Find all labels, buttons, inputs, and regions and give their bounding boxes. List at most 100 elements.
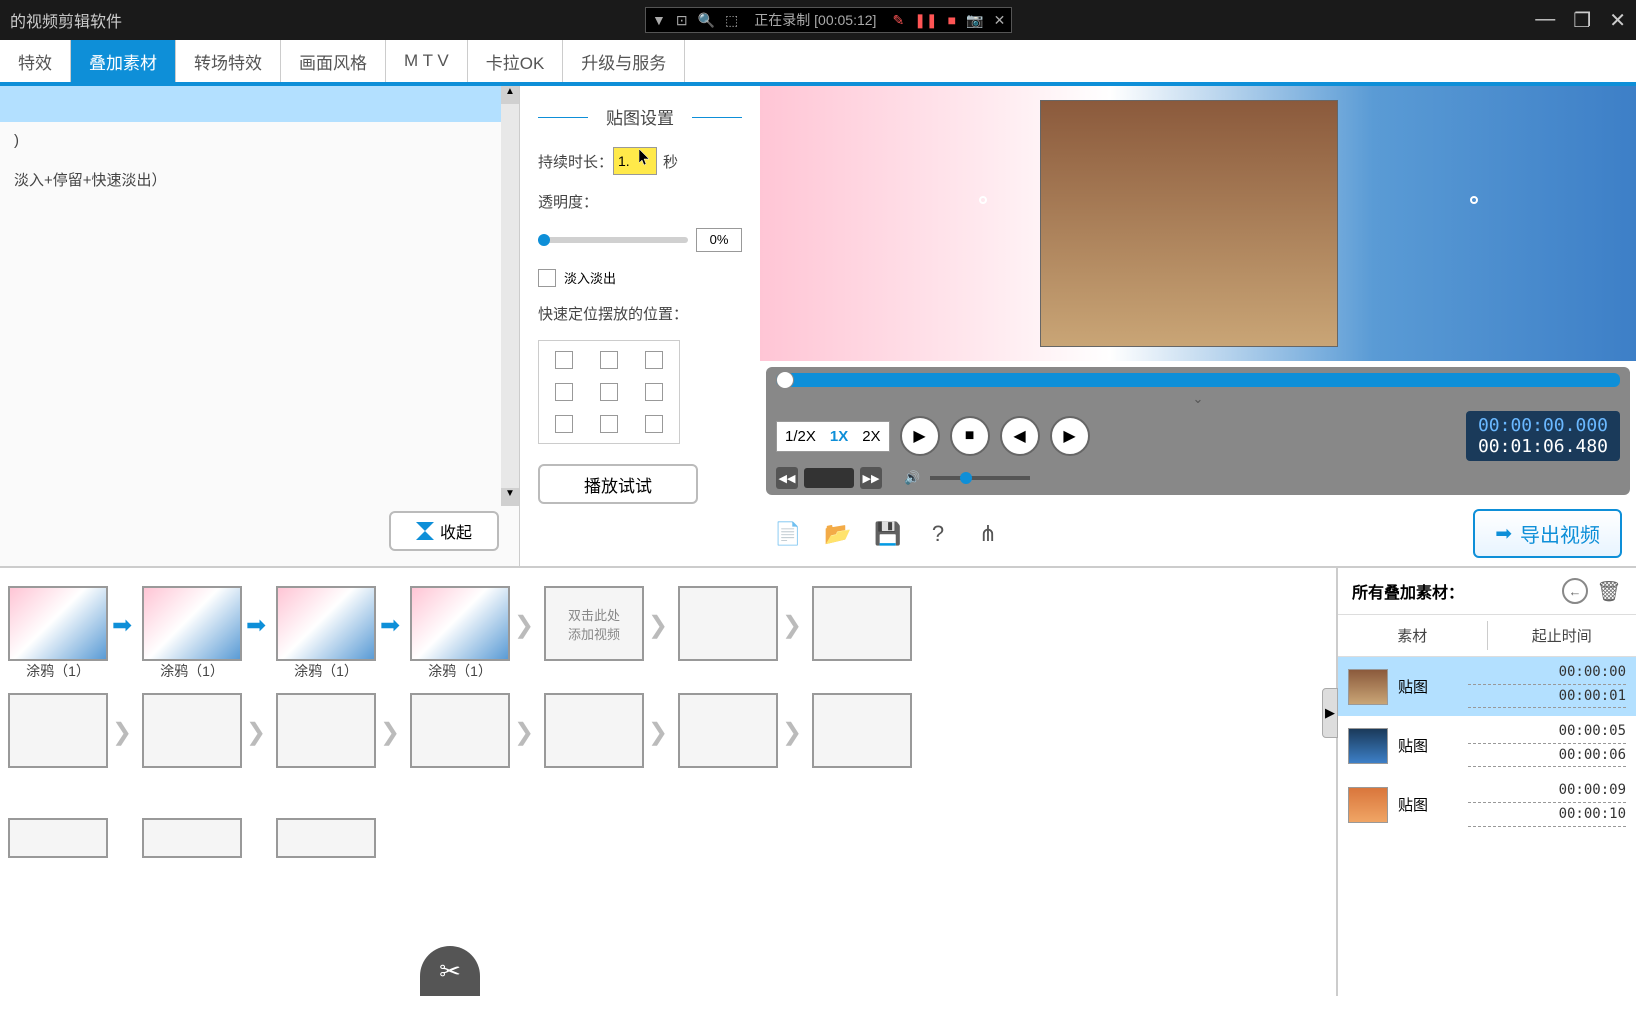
clip-empty[interactable] xyxy=(8,818,108,858)
jog-wheel[interactable] xyxy=(804,468,854,488)
pos-bot-center[interactable] xyxy=(600,415,618,433)
share-icon[interactable]: ⋔ xyxy=(974,520,1002,548)
dropdown-icon[interactable]: ▼ xyxy=(652,12,666,28)
speed-2x[interactable]: 2X xyxy=(858,426,884,447)
scrollbar[interactable]: ▲ ▼ xyxy=(501,86,519,506)
list-item[interactable]: ) xyxy=(0,122,519,159)
arrow-icon[interactable]: ❯ xyxy=(648,611,674,637)
scroll-up-icon[interactable]: ▲ xyxy=(501,86,519,104)
pause-icon[interactable]: ❚❚ xyxy=(914,12,937,29)
rewind-button[interactable]: ◀◀ xyxy=(776,467,798,489)
clip-empty[interactable] xyxy=(678,586,778,661)
tab-karaoke[interactable]: 卡拉OK xyxy=(468,40,564,82)
arrow-icon[interactable]: ❯ xyxy=(514,718,540,744)
edit-icon[interactable]: ✎ xyxy=(892,12,904,29)
volume-slider[interactable] xyxy=(930,476,1030,480)
tab-transition[interactable]: 转场特效 xyxy=(176,40,281,82)
maximize-icon[interactable]: ❐ xyxy=(1573,8,1591,33)
clip-empty[interactable] xyxy=(142,693,242,768)
forward-button[interactable]: ▶▶ xyxy=(860,467,882,489)
tab-mtv[interactable]: M T V xyxy=(386,40,468,82)
handle-icon[interactable] xyxy=(1470,196,1478,204)
pos-top-center[interactable] xyxy=(600,351,618,369)
close-icon[interactable]: ✕ xyxy=(1609,8,1626,33)
clip-empty[interactable] xyxy=(812,586,912,661)
new-icon[interactable]: 📄 xyxy=(774,520,802,548)
stop-icon[interactable]: ■ xyxy=(948,12,956,28)
arrow-icon[interactable]: ❯ xyxy=(380,718,406,744)
open-icon[interactable]: 📂 xyxy=(824,520,852,548)
collapse-button[interactable]: 收起 xyxy=(389,511,499,551)
zoom-icon[interactable]: 🔍 xyxy=(698,12,715,29)
clip[interactable]: 涂鸦（1） xyxy=(142,586,242,661)
speed-half[interactable]: 1/2X xyxy=(781,426,820,447)
back-icon[interactable]: ← xyxy=(1562,578,1588,604)
clip-empty[interactable] xyxy=(812,693,912,768)
seek-thumb[interactable] xyxy=(776,371,794,389)
clip-empty[interactable] xyxy=(544,693,644,768)
arrow-icon[interactable]: ❯ xyxy=(246,718,272,744)
clip-empty[interactable] xyxy=(410,693,510,768)
scissors-button[interactable]: ✂ xyxy=(420,946,480,996)
help-icon[interactable]: ? xyxy=(924,520,952,548)
arrow-icon[interactable]: ❯ xyxy=(514,611,540,637)
clip-empty[interactable] xyxy=(142,818,242,858)
clip[interactable]: 涂鸦（1） xyxy=(410,586,510,661)
arrow-icon[interactable]: ➡ xyxy=(380,611,406,637)
arrow-icon[interactable]: ❯ xyxy=(648,718,674,744)
clip-empty[interactable] xyxy=(678,693,778,768)
close-rec-icon[interactable]: ✕ xyxy=(994,12,1006,29)
pos-mid-left[interactable] xyxy=(555,383,573,401)
tab-upgrade[interactable]: 升级与服务 xyxy=(563,40,685,82)
preview-canvas[interactable] xyxy=(760,86,1636,361)
camera-icon[interactable]: 📷 xyxy=(966,12,983,29)
pos-bot-right[interactable] xyxy=(645,415,663,433)
material-item[interactable]: 贴图 00:00:00 00:00:01 xyxy=(1338,657,1636,716)
clip-empty[interactable] xyxy=(8,693,108,768)
minimize-icon[interactable]: — xyxy=(1535,8,1555,33)
fade-checkbox[interactable] xyxy=(538,269,556,287)
next-frame-button[interactable]: ▶ xyxy=(1050,416,1090,456)
pos-top-right[interactable] xyxy=(645,351,663,369)
slider-thumb[interactable] xyxy=(538,234,550,246)
opacity-value[interactable]: 0% xyxy=(696,228,742,252)
clip[interactable]: 涂鸦（1） xyxy=(8,586,108,661)
arrow-icon[interactable]: ❯ xyxy=(112,718,138,744)
prev-frame-button[interactable]: ◀ xyxy=(1000,416,1040,456)
handle-icon[interactable] xyxy=(979,196,987,204)
play-button[interactable]: ▶ xyxy=(900,416,940,456)
list-item[interactable] xyxy=(0,86,519,122)
material-item[interactable]: 贴图 00:00:05 00:00:06 xyxy=(1338,716,1636,775)
tab-effects[interactable]: 特效 xyxy=(0,40,71,82)
scroll-down-icon[interactable]: ▼ xyxy=(501,488,519,506)
region-icon[interactable]: ⬚ xyxy=(725,12,738,29)
pos-bot-left[interactable] xyxy=(555,415,573,433)
seek-bar[interactable] xyxy=(776,373,1620,387)
tab-overlay[interactable]: 叠加素材 xyxy=(71,40,176,82)
pos-mid-right[interactable] xyxy=(645,383,663,401)
clip-empty[interactable] xyxy=(276,693,376,768)
chevron-down-icon[interactable]: ⌄ xyxy=(1193,391,1204,406)
material-item[interactable]: 贴图 00:00:09 00:00:10 xyxy=(1338,775,1636,834)
arrow-icon[interactable]: ❯ xyxy=(782,611,808,637)
opacity-slider[interactable] xyxy=(538,237,688,243)
export-button[interactable]: ➡ 导出视频 xyxy=(1473,509,1622,558)
pos-top-left[interactable] xyxy=(555,351,573,369)
play-test-button[interactable]: 播放试试 xyxy=(538,464,698,504)
tab-style[interactable]: 画面风格 xyxy=(281,40,386,82)
expand-handle[interactable]: ▶ xyxy=(1322,688,1338,738)
arrow-icon[interactable]: ❯ xyxy=(782,718,808,744)
arrow-icon[interactable]: ➡ xyxy=(112,611,138,637)
arrow-icon[interactable]: ➡ xyxy=(246,611,272,637)
pos-mid-center[interactable] xyxy=(600,383,618,401)
stop-button[interactable]: ■ xyxy=(950,416,990,456)
speed-1x[interactable]: 1X xyxy=(826,426,852,447)
delete-icon[interactable]: 🗑 xyxy=(1596,578,1622,604)
list-item[interactable]: 淡入+停留+快速淡出） xyxy=(0,159,519,200)
volume-thumb[interactable] xyxy=(960,472,972,484)
save-icon[interactable]: 💾 xyxy=(874,520,902,548)
clip-placeholder[interactable]: 双击此处 添加视频 xyxy=(544,586,644,661)
clip-empty[interactable] xyxy=(276,818,376,858)
window-icon[interactable]: ⊡ xyxy=(676,12,688,29)
clip[interactable]: 涂鸦（1） xyxy=(276,586,376,661)
